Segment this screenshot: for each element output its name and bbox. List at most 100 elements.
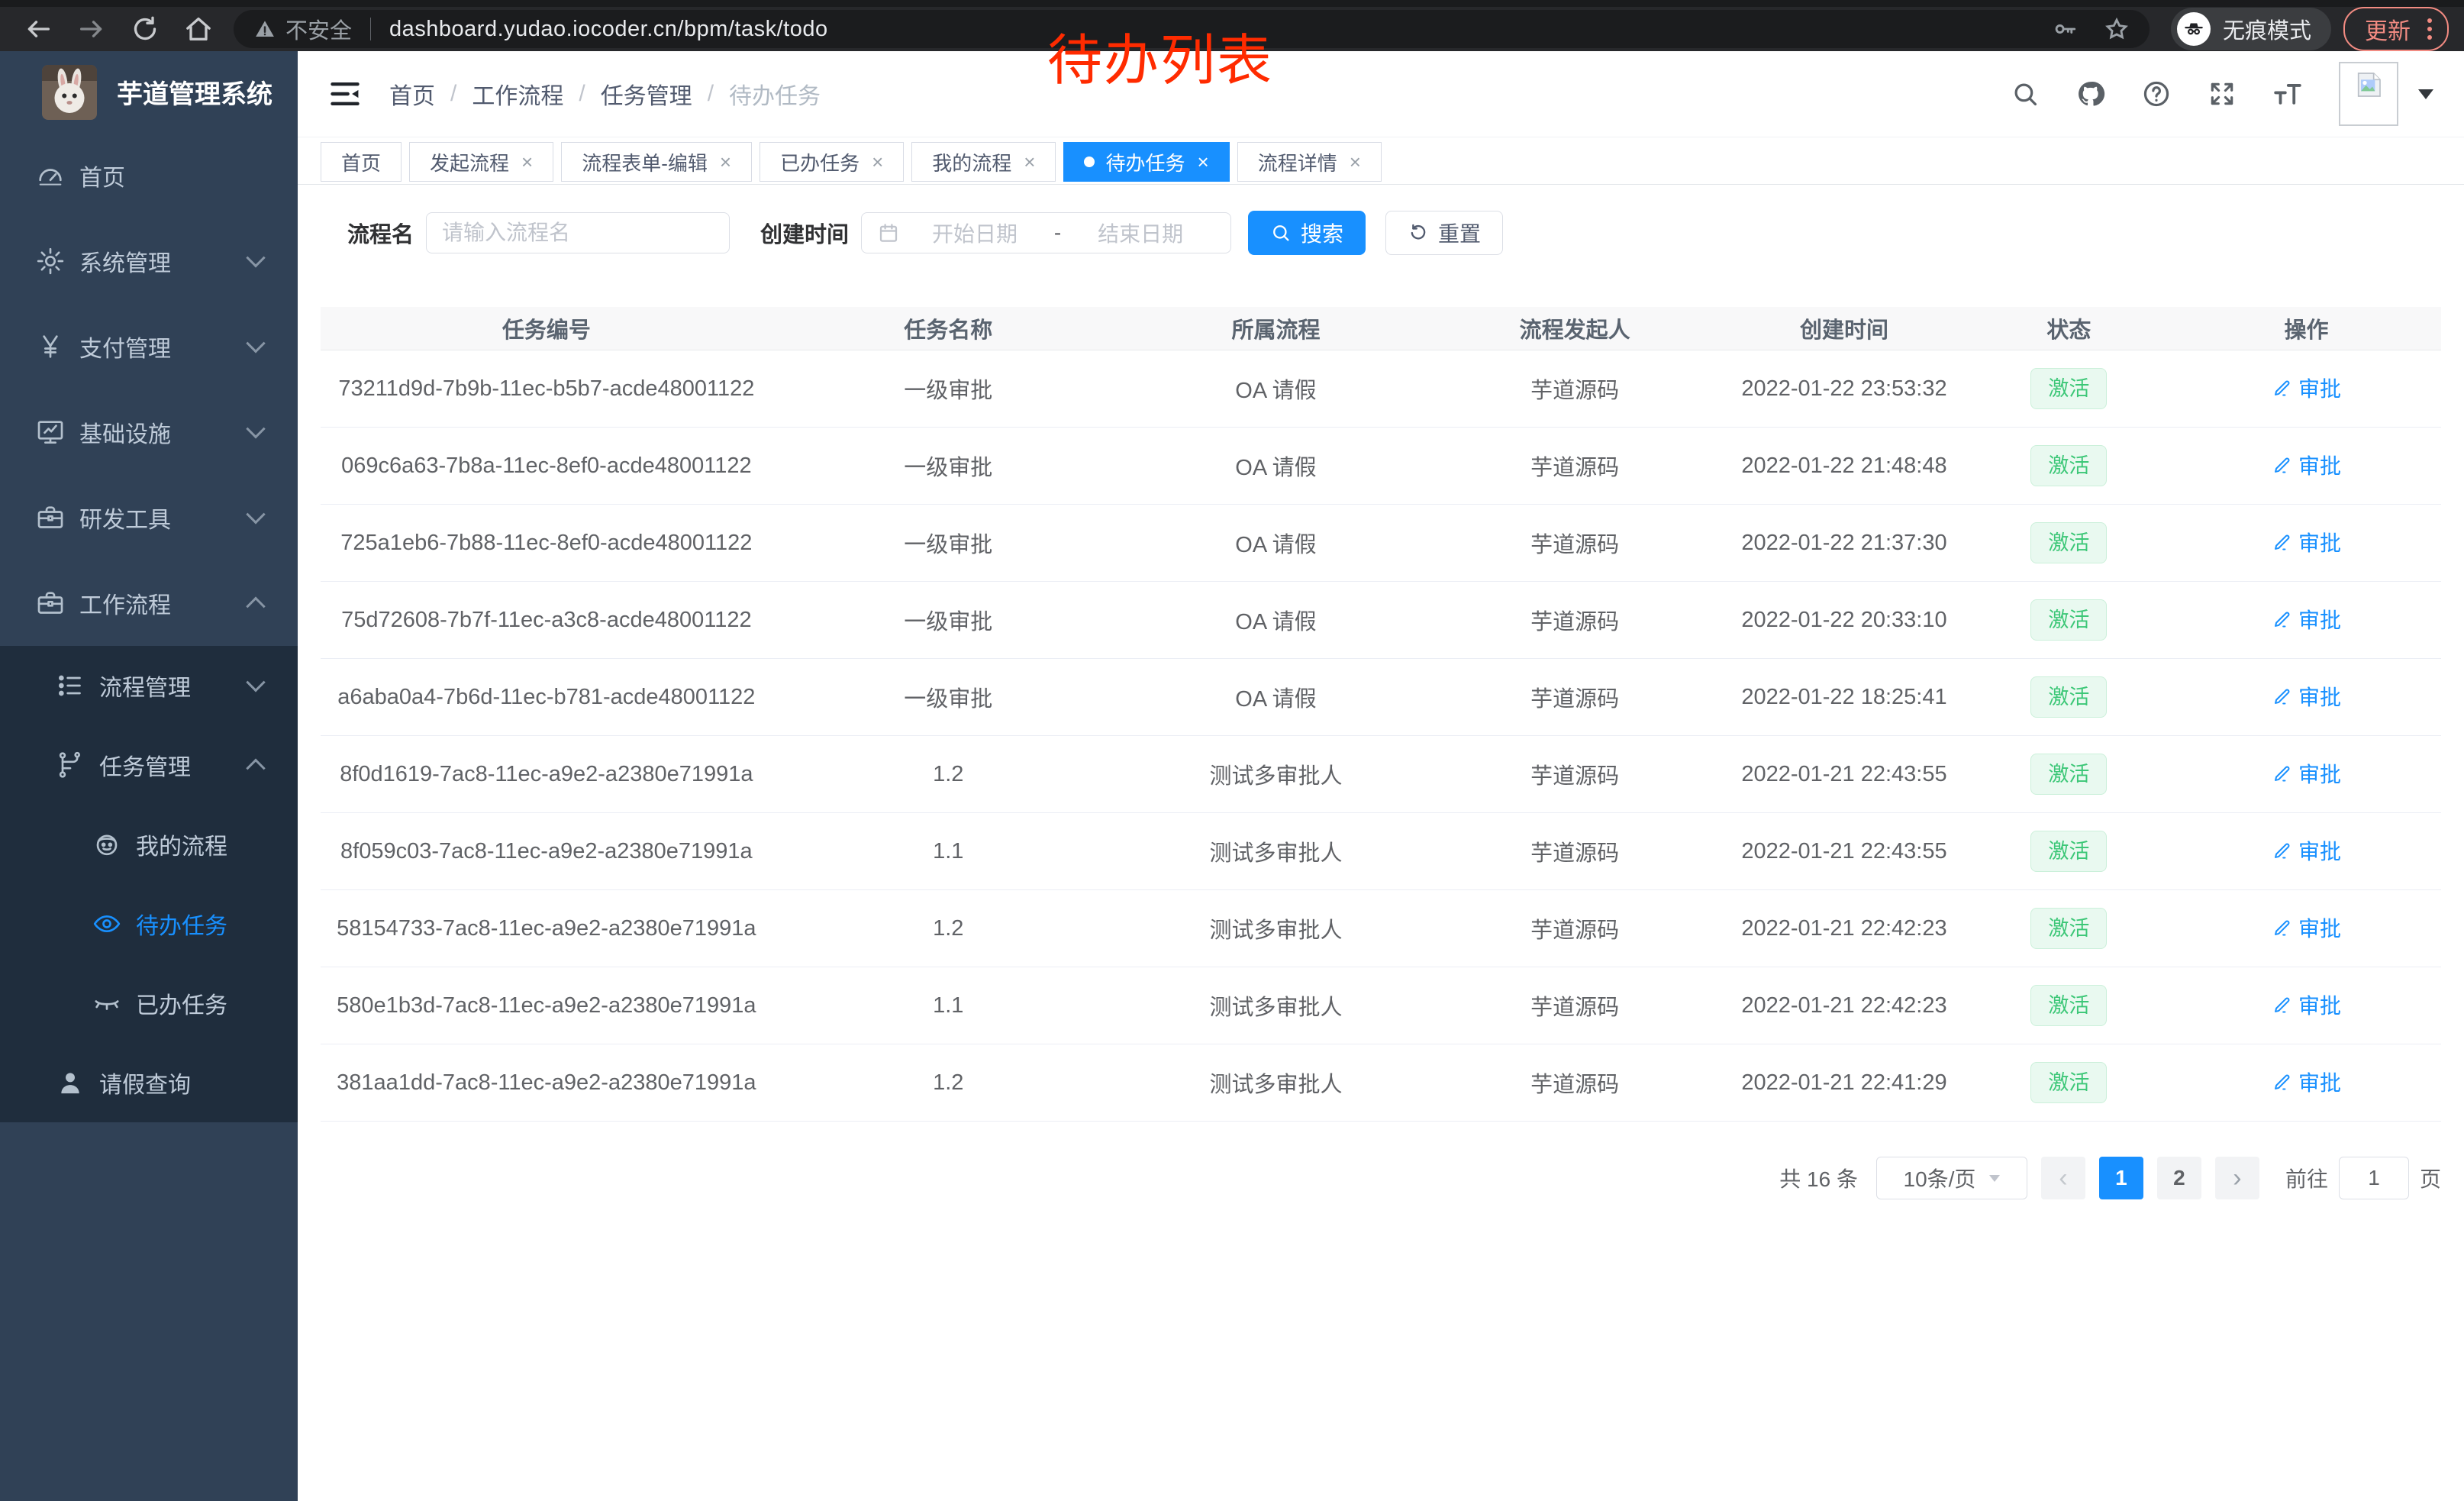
- sidebar-item-done-task[interactable]: 已办任务: [0, 964, 298, 1043]
- tab-流程表单-编辑[interactable]: 流程表单-编辑×: [561, 142, 752, 182]
- approve-link[interactable]: 审批: [2272, 989, 2341, 1020]
- sidebar-item-my-process[interactable]: 我的流程: [0, 805, 298, 884]
- edit-icon: [2272, 532, 2298, 553]
- security-label[interactable]: 不安全: [285, 13, 352, 45]
- tab-我的流程[interactable]: 我的流程×: [911, 142, 1056, 182]
- help-icon[interactable]: [2142, 79, 2171, 108]
- end-date-placeholder[interactable]: 结束日期: [1066, 218, 1215, 248]
- tab-首页[interactable]: 首页: [321, 142, 402, 182]
- close-tab-icon[interactable]: ×: [521, 150, 533, 174]
- sidebar-item-infra[interactable]: 基础设施: [0, 389, 298, 475]
- sidebar-item-workflow[interactable]: 工作流程: [0, 560, 298, 646]
- incognito-label: 无痕模式: [2223, 13, 2311, 45]
- breadcrumb-separator: /: [450, 81, 456, 107]
- cell-task-name: 1.2: [772, 1070, 1124, 1096]
- sidebar-item-payment[interactable]: 支付管理: [0, 304, 298, 389]
- sidebar-item-leave-query[interactable]: 请假查询: [0, 1043, 298, 1122]
- approve-link[interactable]: 审批: [2272, 373, 2341, 403]
- cell-action: 审批: [2172, 1067, 2441, 1099]
- start-date-placeholder[interactable]: 开始日期: [900, 218, 1050, 248]
- process-name-input[interactable]: [426, 212, 730, 253]
- browser-url-bar[interactable]: 不安全 dashboard.yudao.iocoder.cn/bpm/task/…: [234, 10, 2150, 48]
- approve-link[interactable]: 审批: [2272, 912, 2341, 943]
- refresh-icon: [1408, 222, 1429, 244]
- sidebar-item-devtools[interactable]: 研发工具: [0, 475, 298, 560]
- fullscreen-icon[interactable]: [2208, 79, 2237, 108]
- close-tab-icon[interactable]: ×: [720, 150, 731, 174]
- cell-action: 审批: [2172, 912, 2441, 944]
- tab-bar: 首页发起流程×流程表单-编辑×已办任务×我的流程×待办任务×流程详情×: [298, 137, 2464, 185]
- table-header-row: 任务编号任务名称所属流程流程发起人创建时间状态操作: [321, 307, 2441, 350]
- update-button[interactable]: 更新: [2343, 7, 2449, 51]
- breadcrumb-task-mgmt[interactable]: 任务管理: [601, 77, 692, 111]
- approve-link[interactable]: 审批: [2272, 604, 2341, 634]
- approve-link[interactable]: 审批: [2272, 527, 2341, 557]
- tab-待办任务[interactable]: 待办任务×: [1063, 142, 1229, 182]
- sidebar-item-home[interactable]: 首页: [0, 133, 298, 218]
- goto-label: 前往: [2285, 1163, 2328, 1193]
- cell-create-time: 2022-01-21 22:42:23: [1722, 993, 1966, 1018]
- approve-link[interactable]: 审批: [2272, 1067, 2341, 1097]
- logo-image: [42, 65, 97, 120]
- goto-page-input[interactable]: [2339, 1157, 2409, 1199]
- cell-process-name: OA 请假: [1124, 373, 1427, 405]
- close-tab-icon[interactable]: ×: [1198, 150, 1209, 174]
- close-tab-icon[interactable]: ×: [1350, 150, 1361, 174]
- approve-link[interactable]: 审批: [2272, 835, 2341, 866]
- column-header: 流程发起人: [1427, 312, 1722, 344]
- browser-home-icon[interactable]: [183, 14, 214, 44]
- main-area: 首页 / 工作流程 / 任务管理 / 待办任务 首页发起流程×流程表单-编辑×已…: [298, 51, 2464, 1501]
- tab-流程详情[interactable]: 流程详情×: [1237, 142, 1382, 182]
- approve-link[interactable]: 审批: [2272, 450, 2341, 480]
- avatar-dropdown-icon[interactable]: [2418, 89, 2433, 107]
- cell-task-name: 一级审批: [772, 450, 1124, 482]
- close-tab-icon[interactable]: ×: [872, 150, 883, 174]
- date-range-picker[interactable]: 开始日期 - 结束日期: [861, 212, 1231, 253]
- collapse-sidebar-icon[interactable]: [328, 77, 362, 111]
- reset-button[interactable]: 重置: [1385, 211, 1503, 255]
- page-1-button[interactable]: 1: [2099, 1157, 2143, 1199]
- sidebar-item-todo-task[interactable]: 待办任务: [0, 884, 298, 964]
- approve-link[interactable]: 审批: [2272, 681, 2341, 712]
- browser-reload-icon[interactable]: [130, 14, 160, 44]
- search-button[interactable]: 搜索: [1248, 211, 1366, 255]
- search-icon[interactable]: [2011, 79, 2040, 108]
- process-name-label: 流程名: [347, 217, 414, 249]
- breadcrumb-workflow[interactable]: 工作流程: [472, 77, 563, 111]
- prev-page-button[interactable]: ‹: [2041, 1157, 2085, 1199]
- total-count: 共 16 条: [1779, 1163, 1858, 1193]
- table-row: 73211d9d-7b9b-11ec-b5b7-acde48001122一级审批…: [321, 350, 2441, 428]
- approve-link[interactable]: 审批: [2272, 758, 2341, 789]
- browser-back-icon[interactable]: [23, 14, 53, 44]
- key-icon[interactable]: [2052, 16, 2078, 42]
- tab-已办任务[interactable]: 已办任务 ×: [760, 142, 904, 182]
- page-2-button[interactable]: 2: [2157, 1157, 2201, 1199]
- bookmark-star-icon[interactable]: [2104, 16, 2130, 42]
- header-actions: [2011, 62, 2464, 126]
- cell-create-time: 2022-01-22 21:37:30: [1722, 531, 1966, 556]
- tab-label: 已办任务: [780, 148, 859, 176]
- page-size-select[interactable]: 10条/页: [1876, 1157, 2027, 1199]
- font-size-icon[interactable]: [2273, 79, 2302, 108]
- github-icon[interactable]: [2076, 79, 2105, 108]
- status-badge: 激活: [2030, 908, 2107, 949]
- search-icon: [1270, 222, 1292, 244]
- avatar[interactable]: [2339, 62, 2398, 126]
- cell-process-name: 测试多审批人: [1124, 835, 1427, 867]
- sidebar-item-process-mgmt[interactable]: 流程管理: [0, 646, 298, 725]
- sidebar-item-label: 支付管理: [79, 330, 171, 363]
- breadcrumb-home[interactable]: 首页: [389, 77, 435, 111]
- tab-发起流程[interactable]: 发起流程×: [409, 142, 553, 182]
- app-logo[interactable]: 芋道管理系统: [0, 51, 298, 133]
- browser-forward-icon[interactable]: [76, 14, 107, 44]
- sidebar-item-system[interactable]: 系统管理: [0, 218, 298, 304]
- close-tab-icon[interactable]: ×: [1024, 150, 1035, 174]
- column-header: 任务名称: [772, 312, 1124, 344]
- url-text[interactable]: dashboard.yudao.iocoder.cn/bpm/task/todo: [389, 17, 828, 42]
- approve-label: 审批: [2298, 912, 2341, 943]
- browser-menu-icon[interactable]: [2427, 27, 2432, 31]
- create-time-label: 创建时间: [760, 217, 849, 249]
- next-page-button[interactable]: ›: [2215, 1157, 2259, 1199]
- cell-starter: 芋道源码: [1427, 527, 1722, 559]
- sidebar-item-task-mgmt[interactable]: 任务管理: [0, 725, 298, 805]
